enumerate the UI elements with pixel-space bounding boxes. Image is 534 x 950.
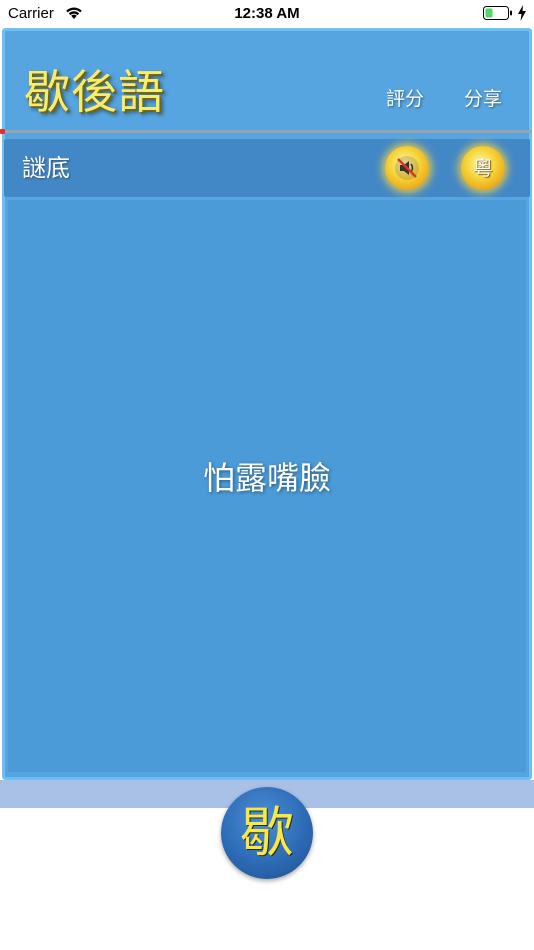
logo-button[interactable]: 歇: [221, 787, 313, 879]
status-bar: Carrier 12:38 AM: [0, 0, 534, 28]
charging-bolt-icon: [518, 5, 526, 21]
speaker-muted-icon: [395, 156, 419, 180]
answer-bar: 謎底 粵: [4, 139, 530, 197]
answer-text: 怕露嘴臉: [202, 459, 331, 497]
sound-button[interactable]: [385, 146, 429, 190]
clock-time: 12:38 AM: [234, 5, 300, 22]
battery-icon: [483, 6, 512, 20]
logo-glyph: 歇: [240, 801, 294, 864]
cantonese-label: 粵: [473, 156, 493, 180]
cantonese-button[interactable]: 粵: [461, 146, 505, 190]
answer-content: 怕露嘴臉: [8, 200, 526, 772]
header-divider: [2, 130, 532, 133]
divider-marker: [0, 129, 5, 134]
answer-label: 謎底: [22, 154, 70, 182]
app-title: 歇後語: [24, 65, 165, 119]
app-screen: Carrier 12:38 AM 歇後語 評分 分享 謎底 粵 怕露嘴臉 歇: [0, 0, 534, 950]
rate-button[interactable]: 評分: [386, 87, 424, 111]
main-panel: 歇後語 評分 分享 謎底 粵 怕露嘴臉: [0, 28, 532, 780]
share-button[interactable]: 分享: [464, 87, 502, 111]
